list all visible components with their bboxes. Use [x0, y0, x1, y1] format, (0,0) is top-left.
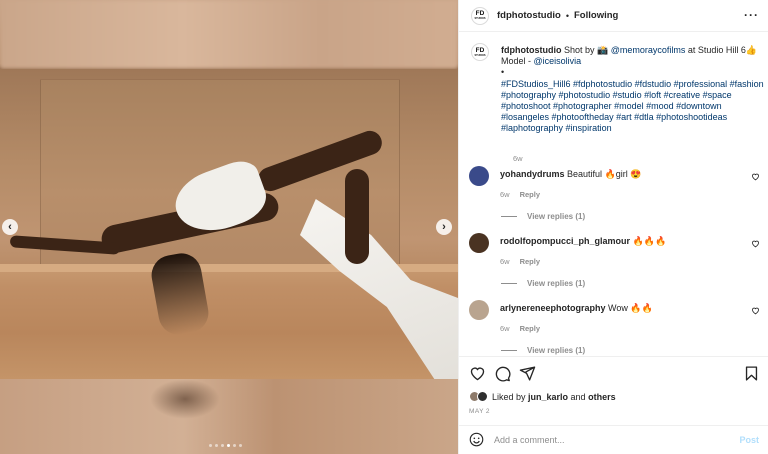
post-media[interactable]: ‹ › [0, 0, 458, 454]
view-replies-button[interactable]: View replies (1) [501, 279, 585, 288]
post-side-panel: FD STUDIOS fdphotostudio • Following ··· … [458, 0, 768, 454]
likes-text: Liked by jun_karlo and others [492, 392, 616, 402]
carousel-dots [209, 444, 242, 447]
reply-button[interactable]: Reply [520, 190, 540, 199]
caption-mention-model[interactable]: @iceisolivia [534, 56, 582, 66]
comment-meta: 6w Reply [500, 190, 550, 199]
bookmark-icon[interactable] [743, 365, 760, 384]
avatar[interactable]: FD STUDIOS [471, 6, 489, 25]
comment-username[interactable]: arlynereneephotography [500, 303, 606, 313]
comment-timestamp[interactable]: 6w [500, 324, 510, 333]
comment-text: 🔥🔥🔥 [632, 236, 667, 246]
view-replies-label: View replies (1) [527, 346, 586, 355]
caption-hashtags[interactable]: #FDStudios_Hill6 #fdphotostudio #fdstudi… [501, 79, 764, 134]
heart-icon[interactable] [751, 306, 760, 317]
carousel-dot [239, 444, 242, 447]
chevron-right-icon: › [442, 221, 446, 233]
reply-button[interactable]: Reply [520, 257, 540, 266]
caption-model-prefix: Model - [501, 56, 534, 67]
carousel-dot [209, 444, 212, 447]
caption-bullet: • [501, 67, 505, 78]
caption-avatar[interactable]: FD STUDIOS [471, 43, 489, 61]
comment-avatar[interactable] [469, 233, 489, 253]
header-separator: • [565, 10, 569, 21]
comment-text: Wow 🔥🔥 [608, 303, 653, 313]
comment-avatar[interactable] [469, 166, 489, 186]
comment-timestamp[interactable]: 6w [500, 257, 510, 266]
comment-timestamp[interactable]: 6w [500, 190, 510, 199]
liker-username[interactable]: jun_karlo [528, 392, 568, 402]
post-date[interactable]: MAY 2 [469, 408, 490, 415]
more-options-icon[interactable]: ··· [744, 8, 759, 22]
media-blurred-backdrop-top [0, 0, 458, 69]
caption-text: fdphotostudio Shot by 📸 @memoraycofilms … [501, 45, 766, 135]
emoji-icon[interactable] [469, 432, 484, 449]
add-comment-bar: Post [459, 425, 768, 454]
chevron-left-icon: ‹ [8, 221, 12, 233]
photo-model-shin [345, 169, 369, 264]
caption-mention-photographer[interactable]: @memoraycofilms [611, 45, 686, 55]
caption-line1-rest: at Studio Hill 6👍 [685, 45, 758, 55]
comment-username[interactable]: rodolfopompucci_ph_glamour [500, 236, 630, 246]
comments-list[interactable]: FD STUDIOS fdphotostudio Shot by 📸 @memor… [459, 33, 768, 355]
carousel-dot [221, 444, 224, 447]
view-replies-label: View replies (1) [527, 279, 586, 288]
likes-summary: Liked by jun_karlo and others [469, 391, 616, 402]
likes-others-link[interactable]: others [588, 392, 616, 402]
post-actions: Liked by jun_karlo and others MAY 2 [459, 356, 768, 421]
heart-icon[interactable] [751, 172, 760, 183]
replies-divider [501, 216, 517, 217]
comment-avatar[interactable] [469, 300, 489, 320]
caption-logo-subtext: STUDIOS [474, 53, 486, 57]
comment-username[interactable]: yohandydrums [500, 169, 565, 179]
replies-divider [501, 283, 517, 284]
comment-input[interactable] [494, 435, 734, 445]
caption-timestamp[interactable]: 6w [513, 154, 523, 163]
comment-body: arlynereneephotography Wow 🔥🔥 [500, 303, 653, 314]
reply-button[interactable]: Reply [520, 324, 540, 333]
carousel-next-button[interactable]: › [436, 219, 452, 235]
comment-bubble-icon[interactable] [494, 365, 511, 384]
comment-item: rodolfopompucci_ph_glamour 🔥🔥🔥 6w Reply V… [469, 233, 764, 293]
post-photo[interactable] [0, 69, 458, 379]
media-blurred-backdrop-bottom [0, 379, 458, 454]
comment-meta: 6w Reply [500, 324, 550, 333]
header-username[interactable]: fdphotostudio [497, 10, 561, 21]
share-send-icon[interactable] [519, 365, 536, 384]
caption-username[interactable]: fdphotostudio [501, 45, 561, 55]
liker-avatar[interactable] [477, 391, 488, 402]
logo-subtext: STUDIOS [474, 17, 486, 20]
comment-item: arlynereneephotography Wow 🔥🔥 6w Reply Vi… [469, 300, 764, 355]
carousel-dot [233, 444, 236, 447]
carousel-dot [215, 444, 218, 447]
post-comment-button[interactable]: Post [739, 435, 759, 445]
comment-body: rodolfopompucci_ph_glamour 🔥🔥🔥 [500, 236, 666, 247]
like-heart-icon[interactable] [469, 365, 486, 384]
following-button[interactable]: Following [574, 10, 618, 21]
heart-icon[interactable] [751, 239, 760, 250]
replies-divider [501, 350, 517, 351]
caption-line1: Shot by 📸 [564, 45, 611, 55]
likes-prefix: Liked by [492, 391, 529, 402]
caption-logo-text: FD [475, 46, 485, 54]
action-icons [469, 365, 536, 384]
comment-item: yohandydrums Beautiful 🔥girl 😍 6w Reply V… [469, 166, 764, 226]
logo-text: FD [475, 10, 485, 17]
carousel-dot [227, 444, 230, 447]
view-replies-label: View replies (1) [527, 212, 586, 221]
carousel-prev-button[interactable]: ‹ [2, 219, 18, 235]
view-replies-button[interactable]: View replies (1) [501, 346, 585, 355]
comment-text: Beautiful 🔥girl 😍 [567, 169, 642, 179]
comment-meta: 6w Reply [500, 257, 550, 266]
comment-body: yohandydrums Beautiful 🔥girl 😍 [500, 169, 641, 180]
post-header: FD STUDIOS fdphotostudio • Following ··· [459, 0, 768, 32]
likes-middle: and [568, 391, 589, 402]
view-replies-button[interactable]: View replies (1) [501, 212, 585, 221]
